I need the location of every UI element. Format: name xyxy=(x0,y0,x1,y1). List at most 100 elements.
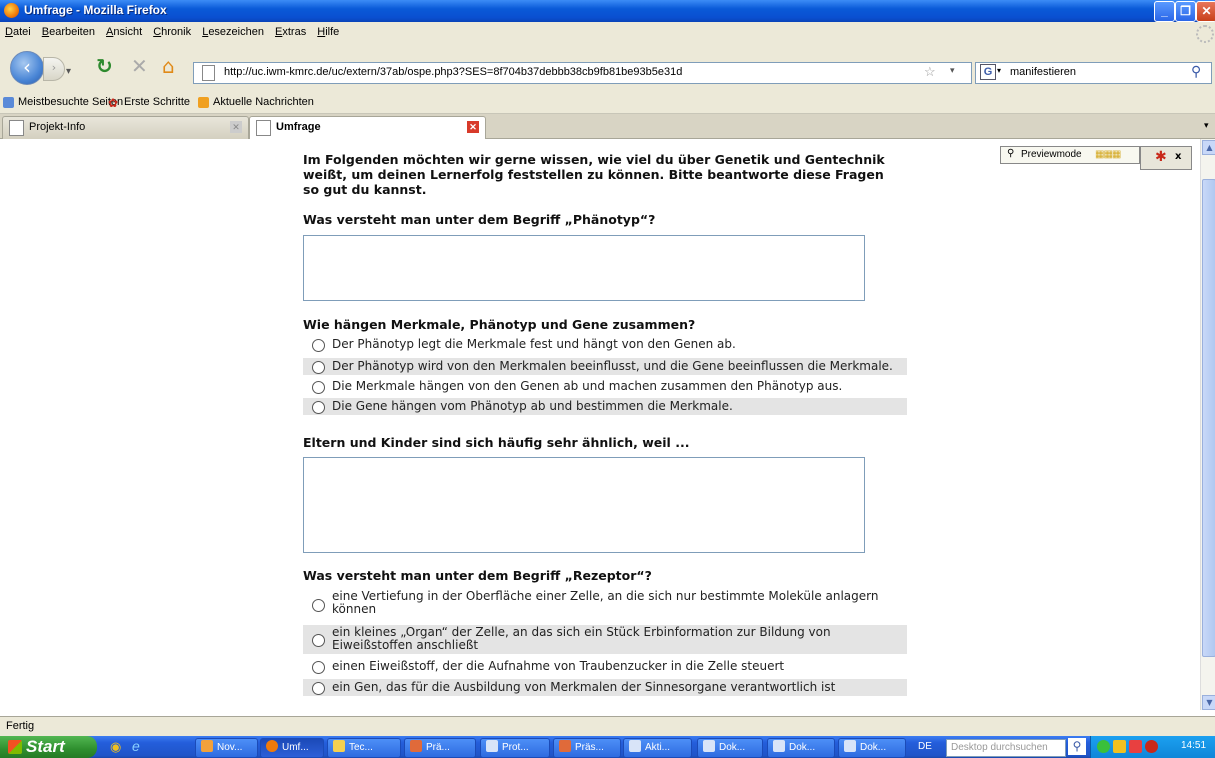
option-merkmale-1[interactable]: Der Phänotyp legt die Merkmale fest und … xyxy=(303,336,907,353)
answer-eltern-kinder-textarea[interactable] xyxy=(303,457,865,553)
option-merkmale-2[interactable]: Der Phänotyp wird von den Merkmalen beei… xyxy=(303,358,907,375)
previewmode-controls: ✱ x xyxy=(1140,146,1192,170)
tab-projekt-info[interactable]: Projekt-Info ✕ xyxy=(2,116,249,139)
option-label-continued: können xyxy=(332,602,377,616)
taskbar-button[interactable]: Prä... xyxy=(404,738,476,758)
engine-dropdown-icon[interactable]: ▾ xyxy=(997,66,1001,75)
history-dropdown-icon[interactable]: ▾ xyxy=(66,61,71,83)
radio-button[interactable] xyxy=(312,401,325,414)
desktop-search-input[interactable]: Desktop durchsuchen xyxy=(946,739,1066,757)
option-rezeptor-3[interactable]: einen Eiweißstoff, der die Aufnahme von … xyxy=(303,658,907,675)
rss-icon xyxy=(198,97,209,108)
menu-bearbeiten[interactable]: Bearbeiten xyxy=(42,26,95,38)
taskbar-button-label: Dok... xyxy=(860,742,887,753)
option-rezeptor-1[interactable]: eine Vertiefung in der Oberfläche einer … xyxy=(303,589,907,621)
option-merkmale-3[interactable]: Die Merkmale hängen von den Genen ab und… xyxy=(303,378,907,395)
previewmode-close-icon[interactable]: x xyxy=(1175,151,1181,162)
bookmark-page-icon xyxy=(3,97,14,108)
previewmode-label-box[interactable]: ⚲ Previewmode ▦▦▦ xyxy=(1000,146,1140,164)
home-icon[interactable]: ⌂ xyxy=(162,55,175,77)
radio-button[interactable] xyxy=(312,661,325,674)
radio-button[interactable] xyxy=(312,634,325,647)
tab-close-icon[interactable]: ✕ xyxy=(467,121,479,133)
option-rezeptor-2[interactable]: ein kleines „Organ“ der Zelle, an das si… xyxy=(303,625,907,654)
menu-chronik[interactable]: Chronik xyxy=(153,26,191,38)
page-icon xyxy=(202,65,215,81)
ie-quicklaunch-icon[interactable]: e xyxy=(132,738,140,754)
language-indicator[interactable]: DE xyxy=(918,741,932,752)
desktop-search-placeholder: Desktop durchsuchen xyxy=(951,742,1048,753)
window-title-bar[interactable]: Umfrage - Mozilla Firefox _ ❐ ✕ xyxy=(0,0,1215,22)
system-tray: 14:51 xyxy=(1090,736,1215,758)
taskbar-button[interactable]: Nov... xyxy=(195,738,258,758)
quicklaunch-icon[interactable]: ◉ xyxy=(110,739,121,755)
desktop-search-icon[interactable]: ⚲ xyxy=(1068,738,1086,755)
windows-taskbar: Start ◉ e Nov... Umf... Tec... Prä... Pr… xyxy=(0,736,1215,758)
question-merkmale: Wie hängen Merkmale, Phänotyp und Gene z… xyxy=(303,317,696,332)
bookmark-firefox-icon: ✿ xyxy=(108,96,119,110)
vertical-scrollbar[interactable]: ▲ ▼ xyxy=(1200,139,1215,710)
taskbar-button[interactable]: Prot... xyxy=(480,738,550,758)
radio-button[interactable] xyxy=(312,599,325,612)
url-bar[interactable]: http://uc.iwm-kmrc.de/uc/extern/37ab/osp… xyxy=(193,62,972,84)
url-dropdown-icon[interactable]: ▾ xyxy=(950,65,955,76)
option-rezeptor-4[interactable]: ein Gen, das für die Ausbildung von Merk… xyxy=(303,679,907,696)
google-engine-icon[interactable]: G xyxy=(980,64,996,80)
menu-ansicht[interactable]: Ansicht xyxy=(106,26,142,38)
taskbar-button-label: Tec... xyxy=(349,742,373,753)
start-button[interactable]: Start xyxy=(0,736,97,758)
bug-icon[interactable]: ✱ xyxy=(1155,149,1167,165)
answer-phaenotyp-textarea[interactable] xyxy=(303,235,865,301)
tray-app-icon[interactable] xyxy=(1097,740,1110,753)
taskbar-button-active[interactable]: Umf... xyxy=(260,738,324,758)
menu-datei[interactable]: Datei xyxy=(5,26,31,38)
grip-icon: ▦▦▦ xyxy=(1095,149,1121,160)
firefox-icon xyxy=(4,3,19,18)
radio-button[interactable] xyxy=(312,339,325,352)
taskbar-button[interactable]: Akti... xyxy=(623,738,692,758)
menu-extras[interactable]: Extras xyxy=(275,26,306,38)
taskbar-button[interactable]: Dok... xyxy=(697,738,763,758)
back-button[interactable]: ‹ xyxy=(10,51,44,85)
option-label: Der Phänotyp legt die Merkmale fest und … xyxy=(332,337,736,351)
search-go-icon[interactable]: ⚲ xyxy=(1191,63,1201,80)
radio-button[interactable] xyxy=(312,381,325,394)
taskbar-button[interactable]: Präs... xyxy=(553,738,621,758)
option-label: eine Vertiefung in der Oberfläche einer … xyxy=(332,589,879,603)
stop-icon[interactable]: ✕ xyxy=(131,55,148,77)
forward-button[interactable]: › xyxy=(43,57,65,81)
search-input-value: manifestieren xyxy=(1010,66,1077,78)
tray-app-icon[interactable] xyxy=(1145,740,1158,753)
tray-app-icon[interactable] xyxy=(1129,740,1142,753)
taskbar-button[interactable]: Tec... xyxy=(327,738,401,758)
tab-close-icon[interactable]: ✕ xyxy=(230,121,242,133)
reload-icon[interactable]: ↻ xyxy=(96,55,113,77)
menu-lesezeichen[interactable]: Lesezeichen xyxy=(202,26,264,38)
taskbar-button[interactable]: Dok... xyxy=(838,738,906,758)
radio-button[interactable] xyxy=(312,682,325,695)
taskbar-button-label: Präs... xyxy=(575,742,604,753)
minimize-button[interactable]: _ xyxy=(1154,1,1175,22)
search-bar[interactable]: G ▾ manifestieren ⚲ xyxy=(975,62,1212,84)
bookmark-erste-schritte[interactable]: Erste Schritte xyxy=(124,96,190,108)
tab-list-icon[interactable]: ▾ xyxy=(1204,120,1209,131)
scrollbar-thumb[interactable] xyxy=(1202,179,1215,657)
scroll-down-icon[interactable]: ▼ xyxy=(1202,695,1215,710)
menu-hilfe[interactable]: Hilfe xyxy=(317,26,339,38)
bookmark-aktuelle-nachrichten[interactable]: Aktuelle Nachrichten xyxy=(213,96,314,108)
tab-umfrage[interactable]: Umfrage ✕ xyxy=(249,116,486,140)
radio-button[interactable] xyxy=(312,361,325,374)
maximize-button[interactable]: ❐ xyxy=(1175,1,1196,22)
tray-app-icon[interactable] xyxy=(1113,740,1126,753)
tab-bar: Projekt-Info ✕ Umfrage ✕ ▾ xyxy=(0,114,1215,140)
option-merkmale-4[interactable]: Die Gene hängen vom Phänotyp ab und best… xyxy=(303,398,907,415)
bookmark-star-icon[interactable]: ☆ xyxy=(924,64,936,80)
taskbar-button-label: Akti... xyxy=(645,742,671,753)
close-button[interactable]: ✕ xyxy=(1196,1,1215,22)
scroll-up-icon[interactable]: ▲ xyxy=(1202,140,1215,155)
taskbar-button[interactable]: Dok... xyxy=(767,738,835,758)
tab-label: Umfrage xyxy=(276,121,321,133)
previewmode-widget[interactable]: ⚲ Previewmode ▦▦▦ ✱ x xyxy=(1000,146,1192,170)
taskbar-button-label: Nov... xyxy=(217,742,243,753)
window-title: Umfrage - Mozilla Firefox xyxy=(24,3,167,17)
